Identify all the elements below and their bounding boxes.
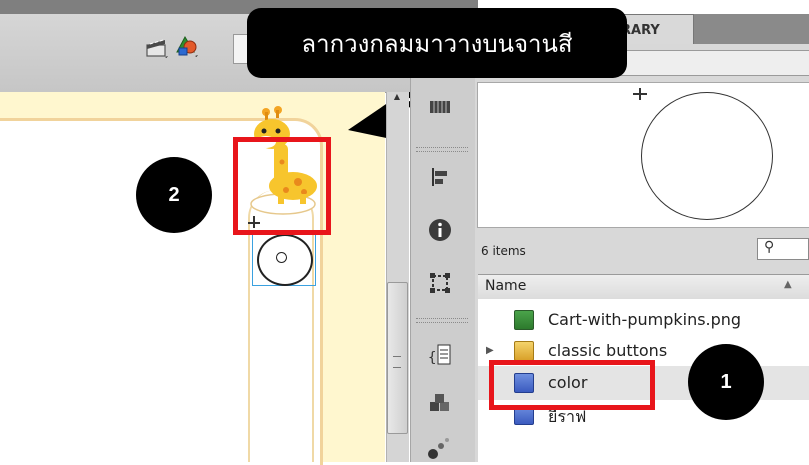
library-item-cart-with-pumpkins[interactable]: Cart-with-pumpkins.png xyxy=(478,303,809,337)
registration-point-icon xyxy=(276,252,287,263)
dock-separator xyxy=(416,318,468,323)
motion-presets-icon[interactable] xyxy=(425,432,455,462)
expand-arrow-icon[interactable]: ▶ xyxy=(486,345,494,356)
edit-symbols-icon[interactable] xyxy=(174,34,200,60)
column-name-label[interactable]: Name xyxy=(485,278,526,294)
transform-icon[interactable] xyxy=(425,268,455,298)
preview-crosshair-v xyxy=(639,88,641,100)
code-snippets-icon[interactable]: { xyxy=(425,340,455,370)
gripper-icon xyxy=(393,356,401,368)
highlight-box-source xyxy=(489,360,655,410)
scroll-up-icon[interactable]: ▲ xyxy=(391,92,403,102)
align-icon[interactable] xyxy=(425,162,455,192)
library-items-count: 6 items xyxy=(481,244,526,258)
highlight-box-target xyxy=(233,137,331,235)
library-item-label: Cart-with-pumpkins.png xyxy=(548,310,742,329)
library-search-input[interactable]: ⚲ xyxy=(757,238,809,260)
info-icon[interactable] xyxy=(425,215,455,245)
grid-icon[interactable] xyxy=(425,92,455,122)
instruction-callout: ลากวงกลมมาวางบนจานสี xyxy=(247,8,627,78)
step-badge-1: 1 xyxy=(688,344,764,420)
sort-arrow-icon[interactable]: ▲ xyxy=(784,279,792,290)
library-column-header[interactable] xyxy=(478,274,809,300)
folder-icon xyxy=(514,341,534,361)
svg-text:{: { xyxy=(428,350,436,366)
edit-scene-icon[interactable] xyxy=(145,36,169,60)
bitmap-icon xyxy=(514,310,534,330)
step-badge-2: 2 xyxy=(136,157,212,233)
preview-circle-shape xyxy=(641,92,773,220)
components-icon[interactable] xyxy=(425,390,455,420)
library-item-label: classic buttons xyxy=(548,341,668,360)
dock-separator xyxy=(416,147,468,152)
search-icon: ⚲ xyxy=(764,239,775,255)
